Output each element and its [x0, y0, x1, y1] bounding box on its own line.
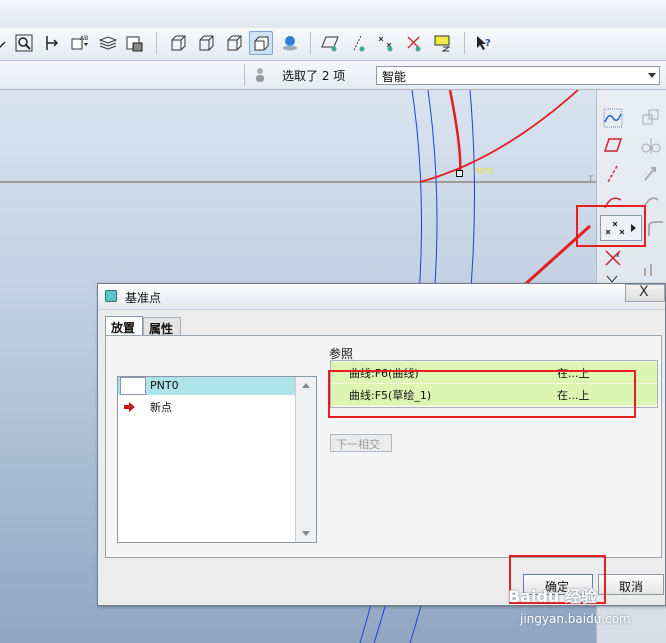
tab-placement-label: 放置	[111, 321, 136, 335]
cancel-button[interactable]: 取消	[598, 574, 664, 595]
move-icon[interactable]	[641, 164, 661, 184]
dialog-title: 基准点	[125, 291, 162, 305]
mirror-icon[interactable]	[641, 136, 661, 156]
point-tool-highlight	[576, 205, 646, 247]
zoom-in-icon[interactable]	[12, 31, 36, 55]
toolbar: AB ?	[0, 28, 666, 61]
datum-plane-icon[interactable]	[603, 136, 623, 156]
shading-icon[interactable]	[249, 31, 273, 55]
datum-point-dialog: 基准点 X 放置 属性 PNT0 新点 参照 曲线:F6(曲线) 在...上 曲	[97, 283, 666, 606]
appearance-icon[interactable]	[278, 31, 302, 55]
tab-placement[interactable]: 放置	[105, 316, 143, 336]
datum-axis-icon[interactable]	[603, 164, 623, 184]
selection-bar: 选取了 2 项 智能	[0, 61, 666, 90]
datum-point-display-icon[interactable]	[374, 31, 398, 55]
selection-filter-value: 智能	[382, 70, 407, 84]
no-hidden-icon[interactable]	[222, 31, 246, 55]
hidden-line-icon[interactable]	[194, 31, 218, 55]
new-point-arrow-icon	[124, 402, 135, 412]
toolbar-separator	[156, 32, 157, 54]
sketched-curve-icon[interactable]	[603, 108, 623, 128]
view-manager-icon[interactable]	[122, 31, 146, 55]
svg-text:AB: AB	[80, 35, 88, 42]
datum-point-marker[interactable]	[456, 170, 463, 177]
datum-axis-display-icon[interactable]	[346, 31, 370, 55]
list-item[interactable]: PNT0	[118, 377, 296, 395]
selection-filter-icon	[256, 68, 264, 82]
copy-icon[interactable]	[641, 108, 661, 128]
scroll-up-icon[interactable]	[302, 383, 310, 388]
selection-status: 选取了 2 项	[282, 69, 346, 83]
annotation-display-icon[interactable]	[430, 31, 454, 55]
saved-views-icon[interactable]: AB	[68, 31, 92, 55]
svg-text:?: ?	[485, 38, 491, 49]
top-strip	[0, 0, 666, 29]
datum-plane-display-icon[interactable]	[318, 31, 342, 55]
context-help-icon[interactable]: ?	[472, 31, 496, 55]
cancel-button-label: 取消	[619, 580, 644, 594]
point-list[interactable]: PNT0 新点	[117, 376, 317, 543]
svg-text:x: x	[616, 252, 620, 259]
truncated-label: T	[588, 175, 594, 185]
list-scrollbar[interactable]	[295, 377, 316, 542]
csys-display-icon[interactable]	[402, 31, 426, 55]
watermark-url: jingyan.baidu.com	[520, 612, 631, 626]
offset-icon[interactable]	[641, 260, 661, 280]
toolbar-separator	[310, 32, 311, 54]
layers-icon[interactable]	[96, 31, 120, 55]
datum-csys-icon[interactable]: x	[603, 248, 623, 268]
datum-point-dialog-icon	[105, 290, 117, 302]
selection-filter-dropdown[interactable]: 智能	[376, 66, 660, 85]
close-icon: X	[639, 284, 649, 300]
chevron-down-icon[interactable]	[648, 73, 656, 78]
references-highlight	[328, 370, 636, 418]
dialog-title-bar[interactable]: 基准点 X	[98, 284, 665, 310]
wireframe-icon[interactable]	[166, 31, 190, 55]
selbar-separator	[244, 64, 245, 86]
next-intersection-button[interactable]: 下一相交	[330, 434, 392, 452]
scroll-down-icon[interactable]	[302, 531, 310, 536]
list-item[interactable]: 新点	[118, 397, 296, 415]
trim-icon[interactable]	[645, 220, 665, 240]
next-intersection-label: 下一相交	[336, 438, 380, 451]
toolbar-separator	[464, 32, 465, 54]
point-visibility-box[interactable]	[120, 377, 146, 395]
list-item-label: PNT0	[150, 379, 179, 392]
close-button[interactable]: X	[625, 284, 665, 302]
reorient-icon[interactable]	[40, 31, 64, 55]
tab-properties[interactable]: 属性	[143, 317, 181, 336]
watermark-logo: Baidu 经验	[508, 587, 597, 606]
list-item-label: 新点	[150, 401, 172, 414]
datum-point-label: PNT0	[474, 167, 494, 176]
